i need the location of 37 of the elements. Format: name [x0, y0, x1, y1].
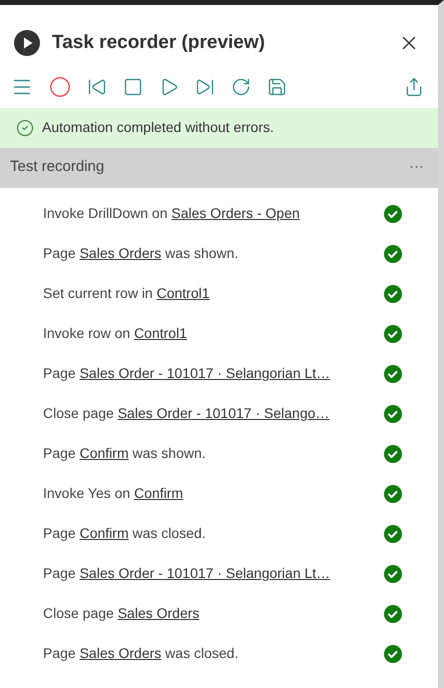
step-text: Page Sales Orders was shown. — [43, 244, 238, 263]
step-text: Page Sales Order - 101017 · Selangorian Lt… — [43, 364, 330, 383]
page-link[interactable]: Control1 — [156, 285, 210, 301]
window-title: Task recorder (preview) — [52, 31, 265, 55]
step-text: Set current row in Control1 — [43, 284, 210, 303]
save-button[interactable] — [267, 76, 287, 96]
step-text: Page Sales Orders was closed. — [43, 644, 238, 663]
step-text: Close page Sales Orders — [43, 604, 200, 623]
page-link[interactable]: Confirm — [134, 485, 184, 501]
share-button[interactable] — [404, 76, 424, 96]
previous-button[interactable] — [87, 76, 107, 96]
step-text: Page Confirm was shown. — [43, 444, 206, 463]
page-link[interactable]: Sales Order - 101017 · Selangorian Lt… — [80, 365, 330, 381]
page-link[interactable]: Sales Order - 101017 · Selango… — [118, 405, 330, 421]
banner-message: Automation completed without errors. — [42, 118, 274, 137]
play-circle-icon — [14, 30, 40, 56]
record-button[interactable] — [49, 76, 71, 98]
step-text: Page Sales Order - 101017 · Selangorian Lt… — [43, 564, 330, 583]
step-text: Invoke row on Control1 — [43, 324, 187, 343]
step-text: Invoke DrillDown on Sales Orders - Open — [43, 204, 300, 223]
page-link[interactable]: Control1 — [134, 325, 187, 341]
step-text: Page Confirm was closed. — [43, 524, 206, 543]
page-link[interactable]: Sales Orders — [80, 245, 162, 261]
step-text: Close page Sales Order - 101017 · Selango… — [43, 404, 330, 423]
section-title: Test recording — [10, 157, 104, 178]
page-link[interactable]: Sales Order - 101017 · Selangorian Lt… — [80, 565, 330, 581]
redo-button[interactable] — [231, 76, 251, 96]
next-button[interactable] — [195, 76, 215, 96]
step-text: Invoke Yes on Confirm — [43, 484, 184, 503]
page-link[interactable]: Sales Orders — [80, 645, 162, 661]
page-link[interactable]: Sales Orders - Open — [171, 205, 300, 221]
more-button[interactable]: ··· — [409, 156, 424, 179]
stop-button[interactable] — [123, 76, 143, 96]
page-link[interactable]: Confirm — [80, 525, 129, 541]
page-link[interactable]: Sales Orders — [118, 605, 200, 621]
check-circle-icon — [16, 118, 34, 136]
page-link[interactable]: Confirm — [80, 445, 129, 461]
